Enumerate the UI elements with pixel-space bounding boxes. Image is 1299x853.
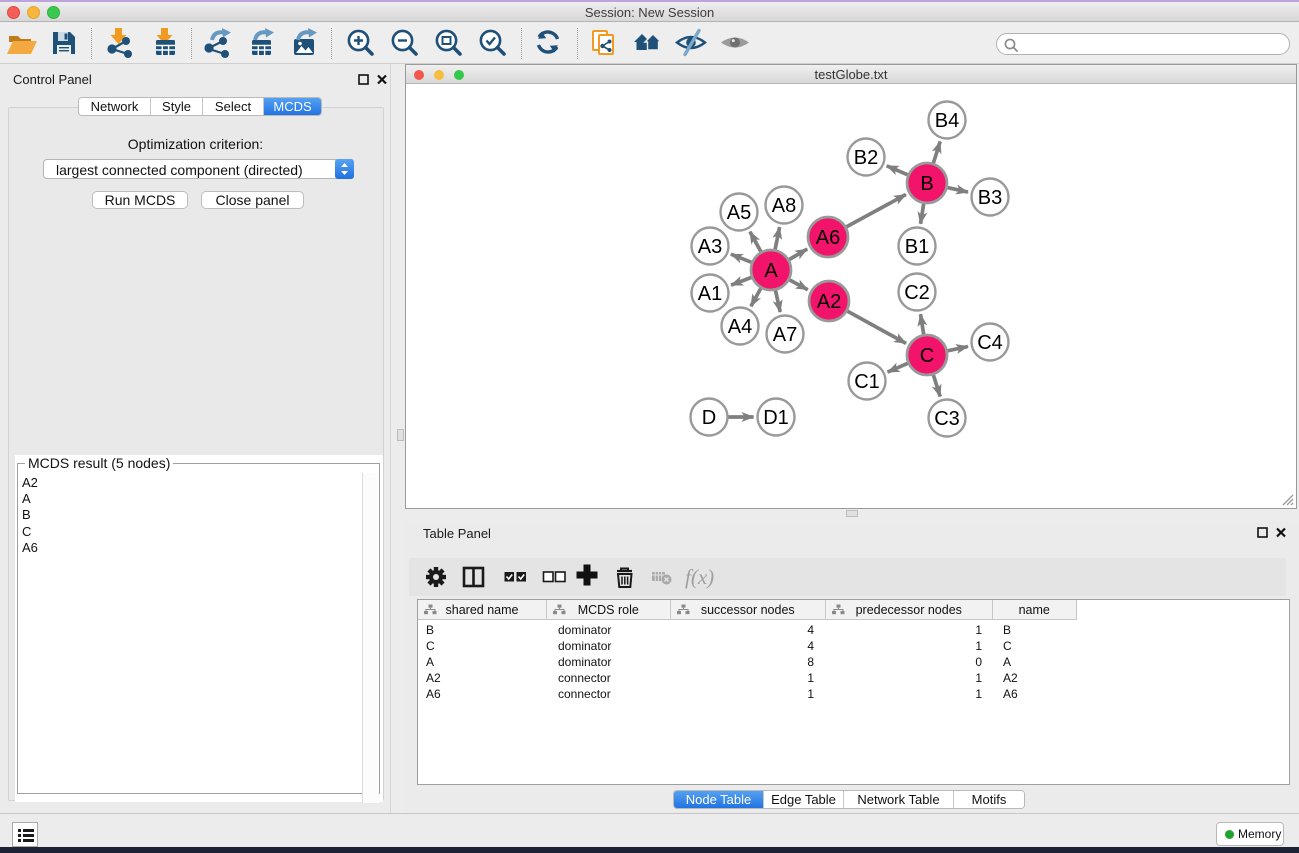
svg-text:A3: A3 [698, 236, 722, 258]
svg-text:A8: A8 [772, 195, 796, 217]
svg-text:A5: A5 [727, 202, 751, 224]
svg-text:A6: A6 [816, 227, 840, 249]
svg-text:A2: A2 [817, 291, 841, 313]
svg-text:A: A [764, 260, 778, 282]
svg-text:B4: B4 [935, 110, 959, 132]
svg-text:A4: A4 [728, 316, 752, 338]
svg-text:B: B [920, 173, 933, 195]
svg-text:C1: C1 [854, 371, 880, 393]
svg-text:C4: C4 [977, 332, 1003, 354]
svg-text:C2: C2 [904, 282, 930, 304]
svg-text:A7: A7 [773, 324, 797, 346]
svg-text:f(x): f(x) [685, 565, 714, 589]
svg-text:B1: B1 [905, 236, 929, 258]
svg-text:C: C [920, 345, 934, 367]
svg-text:A1: A1 [698, 283, 722, 305]
svg-text:B3: B3 [978, 187, 1002, 209]
svg-text:B2: B2 [854, 147, 878, 169]
svg-text:D: D [702, 407, 716, 429]
svg-text:D1: D1 [763, 407, 789, 429]
svg-text:C3: C3 [934, 408, 960, 430]
